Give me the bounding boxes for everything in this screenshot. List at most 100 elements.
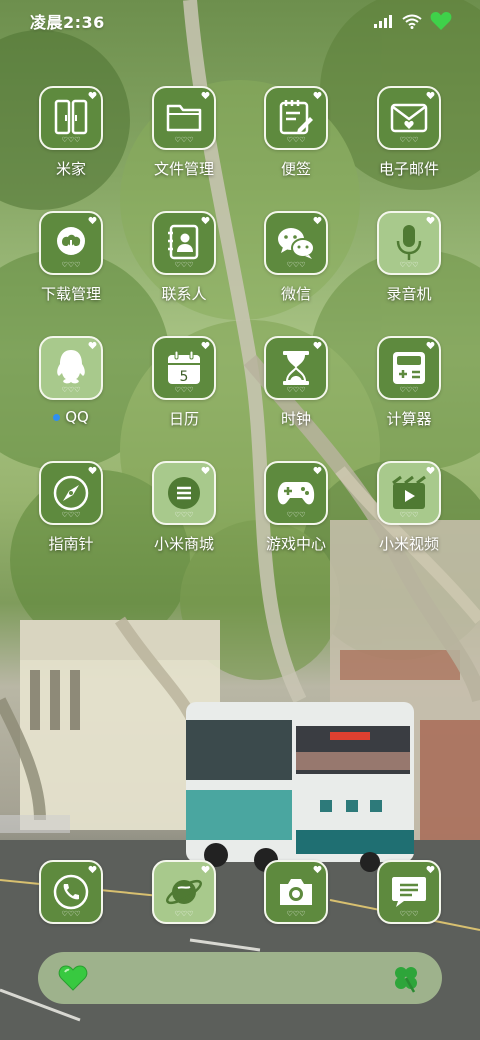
app-tile[interactable]: ♡♡♡: [39, 461, 103, 525]
app-label: 电子邮件: [378, 160, 439, 178]
app-label-text: QQ: [65, 408, 89, 426]
status-time: 凌晨2:36: [30, 13, 105, 32]
corner-heart-icon: [88, 865, 97, 874]
app-tile[interactable]: ♡♡♡: [152, 860, 216, 924]
tile-hearts: ♡♡♡: [174, 511, 194, 519]
app-email[interactable]: ♡♡♡ 电子邮件: [354, 86, 464, 198]
signal-icon: [374, 15, 392, 28]
contacts-book-icon: [168, 224, 199, 260]
app-tile[interactable]: ♡♡♡: [377, 86, 441, 150]
app-label: 米家: [55, 160, 86, 178]
app-file-manager[interactable]: ♡♡♡ 文件管理: [129, 86, 239, 198]
app-tile[interactable]: ♡♡♡: [264, 211, 328, 275]
app-calculator[interactable]: ♡♡♡ 计算器: [354, 336, 464, 448]
app-tile[interactable]: ♡♡♡: [39, 336, 103, 400]
app-label: 便签: [280, 160, 311, 178]
gamepad-icon: [277, 482, 315, 505]
app-tile[interactable]: ♡♡♡: [377, 336, 441, 400]
corner-heart-icon: [313, 341, 322, 350]
corner-heart-icon: [313, 466, 322, 475]
tile-hearts: ♡♡♡: [399, 386, 419, 394]
tile-hearts: ♡♡♡: [174, 910, 194, 918]
battery-heart-icon: [430, 12, 452, 30]
wifi-icon: [402, 14, 422, 29]
tile-hearts: ♡♡♡: [61, 136, 81, 144]
notification-dot: [53, 413, 61, 421]
app-tile[interactable]: ♡♡♡: [377, 211, 441, 275]
corner-heart-icon: [88, 466, 97, 475]
app-calendar[interactable]: 5 ♡♡♡ 日历: [129, 336, 239, 448]
tile-hearts: ♡♡♡: [174, 136, 194, 144]
microphone-icon: [396, 225, 422, 260]
app-label: 小米商城: [153, 535, 214, 553]
app-mi-video[interactable]: ♡♡♡ 小米视频: [354, 461, 464, 573]
status-icons: [374, 11, 452, 31]
tile-hearts: ♡♡♡: [286, 910, 306, 918]
app-clock[interactable]: ♡♡♡ 时钟: [241, 336, 351, 448]
app-label: 文件管理: [153, 160, 214, 178]
app-notes[interactable]: ♡♡♡ 便签: [241, 86, 351, 198]
message-bubble-icon: [392, 877, 426, 907]
app-tile[interactable]: 5 ♡♡♡: [152, 336, 216, 400]
app-tile[interactable]: ♡♡♡: [152, 86, 216, 150]
app-label: 日历: [168, 410, 199, 428]
corner-heart-icon: [88, 91, 97, 100]
app-compass[interactable]: ♡♡♡ 指南针: [16, 461, 126, 573]
tile-hearts: ♡♡♡: [399, 511, 419, 519]
tile-hearts: ♡♡♡: [286, 136, 306, 144]
app-tile[interactable]: ♡♡♡: [39, 211, 103, 275]
app-label: 游戏中心: [265, 535, 326, 553]
corner-heart-icon: [88, 216, 97, 225]
app-qq[interactable]: ♡♡♡ QQ: [16, 336, 126, 448]
dock-bar[interactable]: [38, 952, 442, 1004]
camera-icon: [280, 879, 312, 905]
app-downloads[interactable]: ♡♡♡ 下载管理: [16, 211, 126, 323]
folder-icon: [166, 104, 202, 132]
tile-hearts: ♡♡♡: [399, 261, 419, 269]
app-tile[interactable]: ♡♡♡: [377, 461, 441, 525]
app-tile[interactable]: ♡♡♡: [39, 860, 103, 924]
calculator-icon: [393, 352, 425, 384]
app-tile[interactable]: ♡♡♡: [152, 461, 216, 525]
tile-hearts: ♡♡♡: [61, 910, 81, 918]
app-tile[interactable]: ♡♡♡: [377, 860, 441, 924]
app-label: 录音机: [386, 285, 432, 303]
four-leaf-clover-icon: [395, 967, 417, 993]
app-tile[interactable]: ♡♡♡: [264, 86, 328, 150]
browser-planet-icon: [166, 879, 202, 905]
corner-heart-icon: [313, 865, 322, 874]
store-menu-icon: [168, 477, 200, 509]
envelope-heart-icon: [390, 103, 428, 133]
notepad-pen-icon: [279, 100, 313, 135]
status-bar: 凌晨2:36: [0, 0, 480, 42]
app-label: 联系人: [161, 285, 207, 303]
hourglass-icon: [283, 351, 309, 385]
app-tile[interactable]: ♡♡♡: [264, 461, 328, 525]
phone-icon: [53, 874, 89, 910]
corner-heart-icon: [201, 216, 210, 225]
corner-heart-icon: [426, 341, 435, 350]
corner-heart-icon: [313, 216, 322, 225]
app-game-center[interactable]: ♡♡♡ 游戏中心: [241, 461, 351, 573]
corner-heart-icon: [426, 91, 435, 100]
app-tile[interactable]: ♡♡♡: [264, 336, 328, 400]
app-mi-store[interactable]: ♡♡♡ 小米商城: [129, 461, 239, 573]
app-label: QQ: [53, 408, 89, 426]
app-wechat[interactable]: ♡♡♡ 微信: [241, 211, 351, 323]
corner-heart-icon: [88, 341, 97, 350]
app-recorder[interactable]: ♡♡♡ 录音机: [354, 211, 464, 323]
app-label: 时钟: [280, 410, 311, 428]
app-contacts[interactable]: ♡♡♡ 联系人: [129, 211, 239, 323]
corner-heart-icon: [201, 466, 210, 475]
app-tile[interactable]: ♡♡♡: [39, 86, 103, 150]
corner-heart-icon: [201, 341, 210, 350]
app-tile[interactable]: ♡♡♡: [264, 860, 328, 924]
cloud-download-icon: [57, 227, 85, 255]
app-tile[interactable]: ♡♡♡: [152, 211, 216, 275]
app-mijia[interactable]: ♡♡♡ 米家: [16, 86, 126, 198]
app-label: 微信: [280, 285, 311, 303]
tile-hearts: ♡♡♡: [61, 386, 81, 394]
tile-hearts: ♡♡♡: [61, 261, 81, 269]
corner-heart-icon: [201, 91, 210, 100]
tile-hearts: ♡♡♡: [174, 386, 194, 394]
